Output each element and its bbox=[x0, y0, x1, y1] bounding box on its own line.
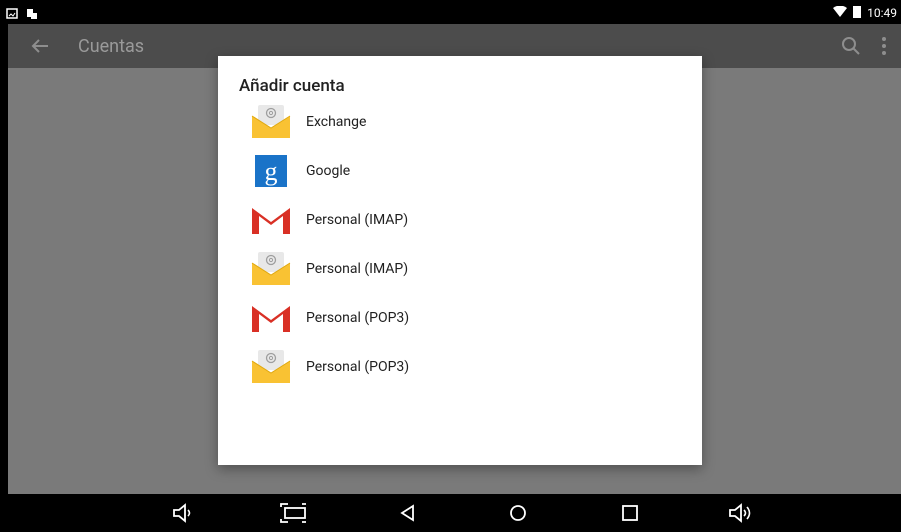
google-icon: g bbox=[250, 150, 292, 192]
clock: 10:49 bbox=[867, 6, 897, 20]
account-item-personal-pop3-gmail[interactable]: Personal (POP3) bbox=[218, 293, 702, 342]
account-type-list: Exchange g Google Personal (IMAP) Person… bbox=[218, 97, 702, 391]
email-envelope-icon bbox=[250, 248, 292, 290]
account-label: Personal (POP3) bbox=[306, 358, 410, 375]
notification-icon bbox=[26, 5, 38, 24]
navigation-bar bbox=[0, 494, 901, 532]
status-bar: 10:49 bbox=[0, 0, 901, 24]
email-envelope-icon bbox=[250, 101, 292, 143]
svg-text:g: g bbox=[265, 157, 278, 186]
account-label: Google bbox=[306, 162, 351, 179]
gmail-icon bbox=[250, 297, 292, 339]
back-arrow-icon[interactable] bbox=[28, 34, 52, 58]
account-item-google[interactable]: g Google bbox=[218, 146, 702, 195]
account-item-personal-pop3-email[interactable]: Personal (POP3) bbox=[218, 342, 702, 391]
account-label: Personal (IMAP) bbox=[306, 260, 409, 277]
account-label: Personal (IMAP) bbox=[306, 211, 409, 228]
volume-down-icon[interactable] bbox=[170, 501, 196, 525]
gmail-icon bbox=[250, 199, 292, 241]
account-item-exchange[interactable]: Exchange bbox=[218, 97, 702, 146]
home-icon[interactable] bbox=[505, 501, 531, 525]
search-icon[interactable] bbox=[841, 36, 861, 60]
app-title: Cuentas bbox=[78, 36, 145, 57]
dialog-title: Añadir cuenta bbox=[239, 76, 345, 96]
back-icon[interactable] bbox=[395, 501, 421, 525]
battery-icon bbox=[853, 5, 862, 21]
recents-icon[interactable] bbox=[617, 501, 643, 525]
add-account-dialog: Añadir cuenta Exchange g Google Personal… bbox=[218, 56, 702, 465]
screenshot-icon[interactable] bbox=[280, 501, 306, 525]
overflow-menu-icon[interactable] bbox=[881, 36, 887, 60]
wifi-icon bbox=[833, 5, 848, 21]
account-label: Exchange bbox=[306, 113, 367, 130]
volume-up-icon[interactable] bbox=[727, 501, 753, 525]
account-item-personal-imap-email[interactable]: Personal (IMAP) bbox=[218, 244, 702, 293]
email-envelope-icon bbox=[250, 346, 292, 388]
screenshot-notification-icon bbox=[6, 5, 18, 24]
account-label: Personal (POP3) bbox=[306, 309, 410, 326]
account-item-personal-imap-gmail[interactable]: Personal (IMAP) bbox=[218, 195, 702, 244]
